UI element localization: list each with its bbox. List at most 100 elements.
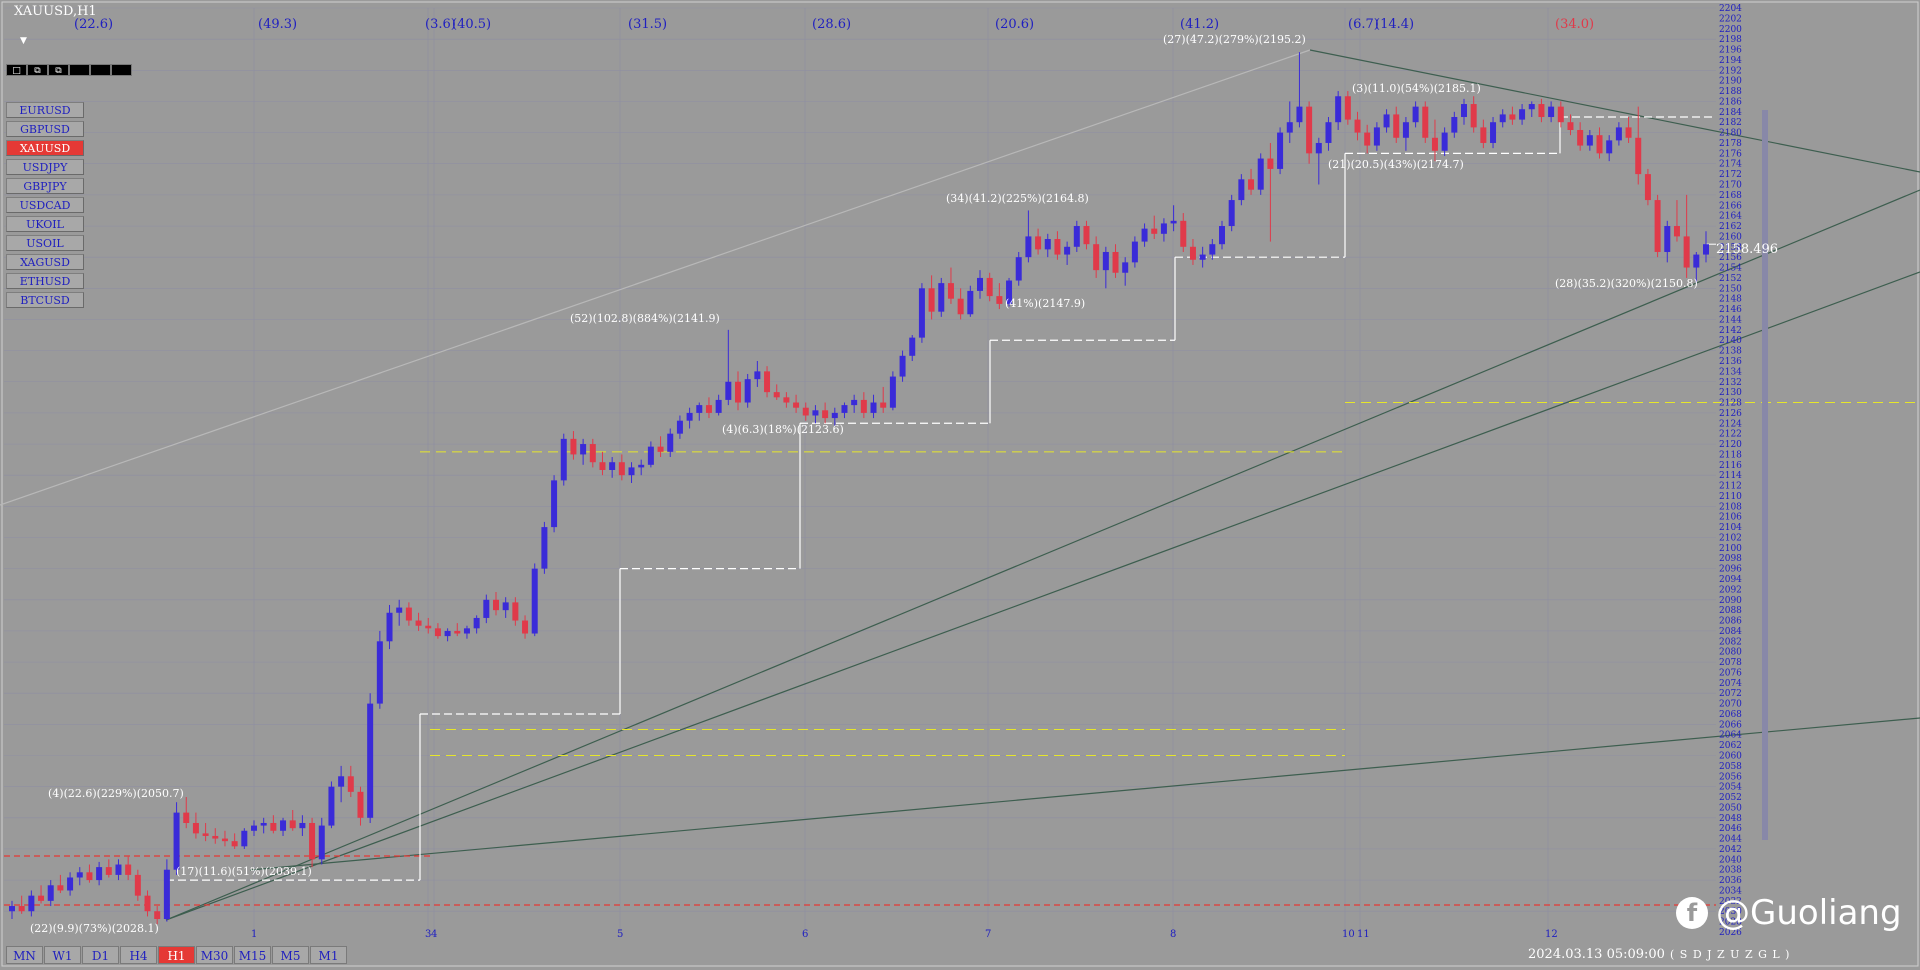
candle-body (67, 877, 74, 891)
mini-tool-button[interactable]: ⧉ (27, 64, 48, 76)
price-tick-label: 2042 (1719, 845, 1742, 855)
price-chart[interactable]: (22.6) (49.3) (3.6)(40.5) (31.5) (28.6) (20.6… (0, 0, 1920, 970)
wave-annotation: (3)(11.0)(54%)(2185.1) (1352, 82, 1481, 95)
candle-body (967, 290, 974, 315)
candle-body (599, 462, 606, 470)
candle-body (8, 906, 16, 912)
mini-tool-button[interactable] (111, 64, 132, 76)
candle-body (870, 402, 877, 413)
symbol-button-btcusd[interactable]: BTCUSD (6, 292, 84, 308)
candle-body (492, 599, 500, 611)
candle-body (1383, 114, 1390, 128)
symbol-button-gbpusd[interactable]: GBPUSD (6, 121, 84, 137)
price-tick-label: 2124 (1719, 419, 1742, 429)
candle-body (386, 612, 393, 642)
candle-body (1519, 109, 1526, 120)
mini-tool-button[interactable]: ⧉ (48, 64, 69, 76)
candle-body (1654, 200, 1661, 252)
candle-body (938, 283, 945, 312)
candle-body (1315, 142, 1322, 154)
candle-body (1044, 239, 1051, 250)
price-tick-label: 2064 (1719, 731, 1742, 741)
candle-body (783, 397, 790, 403)
symbol-button-eurusd[interactable]: EURUSD (6, 102, 84, 118)
candle-body (831, 412, 838, 419)
watermark: f @Guoliang (1676, 893, 1902, 933)
candle-body (1296, 106, 1303, 123)
candle-body (260, 822, 267, 826)
candle-body (986, 277, 993, 297)
candle-body (1131, 241, 1138, 263)
symbol-button-xagusd[interactable]: XAGUSD (6, 254, 84, 270)
candle-body (1228, 200, 1235, 227)
candle-body (173, 812, 180, 870)
price-tick-label: 2180 (1719, 129, 1742, 139)
timeframe-button-h4[interactable]: H4 (120, 946, 157, 964)
candle-body (425, 625, 432, 629)
candle-body (299, 822, 306, 829)
symbol-button-usdjpy[interactable]: USDJPY (6, 159, 84, 175)
candle-body (1364, 132, 1371, 146)
candle-body (899, 355, 906, 377)
dropdown-arrow-icon[interactable]: ▼ (20, 36, 27, 46)
trend-line (0, 49, 1311, 506)
price-tick-label: 2178 (1719, 139, 1742, 149)
mini-tool-button[interactable] (69, 64, 90, 76)
candle-body (541, 527, 548, 569)
candlestick-series (8, 52, 1710, 925)
symbol-button-gbpjpy[interactable]: GBPJPY (6, 178, 84, 194)
candle-body (1615, 127, 1622, 141)
symbol-button-xauusd[interactable]: XAUUSD (6, 140, 84, 156)
symbol-button-ukoil[interactable]: UKOIL (6, 216, 84, 232)
candle-body (1373, 127, 1380, 146)
timeframe-button-d1[interactable]: D1 (82, 946, 119, 964)
candle-body (318, 825, 325, 860)
price-tick-label: 2204 (1719, 4, 1742, 14)
timeframe-button-mn[interactable]: MN (6, 946, 43, 964)
price-tick-label: 2150 (1719, 284, 1742, 294)
price-tick-label: 2106 (1719, 513, 1742, 523)
candle-body (1635, 137, 1642, 175)
candle-body (347, 776, 354, 792)
candle-body (1412, 106, 1419, 123)
candle-body (1335, 96, 1342, 123)
candle-body (1567, 122, 1574, 130)
candle-body (1083, 226, 1090, 245)
candle-body (134, 874, 141, 896)
period-change-label: (14.4) (1375, 17, 1414, 32)
candle-body (551, 480, 558, 528)
timeframe-button-w1[interactable]: W1 (44, 946, 81, 964)
symbol-button-usdcad[interactable]: USDCAD (6, 197, 84, 213)
candle-body (289, 820, 296, 829)
candle-body (570, 438, 577, 455)
candle-body (1093, 244, 1100, 271)
timeframe-button-m5[interactable]: M5 (272, 946, 309, 964)
candle-body (802, 407, 809, 416)
price-tick-label: 2168 (1719, 191, 1742, 201)
price-tick-label: 2048 (1719, 814, 1742, 824)
candle-body (57, 885, 64, 891)
candle-body (270, 822, 277, 831)
symbol-button-usoil[interactable]: USOIL (6, 235, 84, 251)
candle-body (860, 399, 867, 413)
candle-body (609, 462, 616, 470)
candle-body (1199, 254, 1206, 260)
price-tick-label: 2094 (1719, 575, 1742, 585)
period-change-label: (40.5) (452, 17, 491, 32)
candle-body (1557, 106, 1564, 123)
price-tick-label: 2128 (1719, 399, 1742, 409)
price-tick-label: 2196 (1719, 46, 1742, 56)
timeframe-button-m15[interactable]: M15 (234, 946, 271, 964)
price-tick-label: 2072 (1719, 689, 1742, 699)
candle-body (918, 288, 925, 338)
mini-tool-button[interactable]: □ (6, 64, 27, 76)
candle-body (1606, 140, 1613, 154)
price-tick-label: 2192 (1719, 66, 1742, 76)
timeframe-button-m30[interactable]: M30 (196, 946, 233, 964)
timeframe-button-h1[interactable]: H1 (158, 946, 195, 964)
symbol-button-ethusd[interactable]: ETHUSD (6, 273, 84, 289)
candle-body (202, 833, 209, 836)
timeframe-button-m1[interactable]: M1 (310, 946, 347, 964)
time-tick-label: 5 (617, 929, 623, 940)
mini-tool-button[interactable] (90, 64, 111, 76)
